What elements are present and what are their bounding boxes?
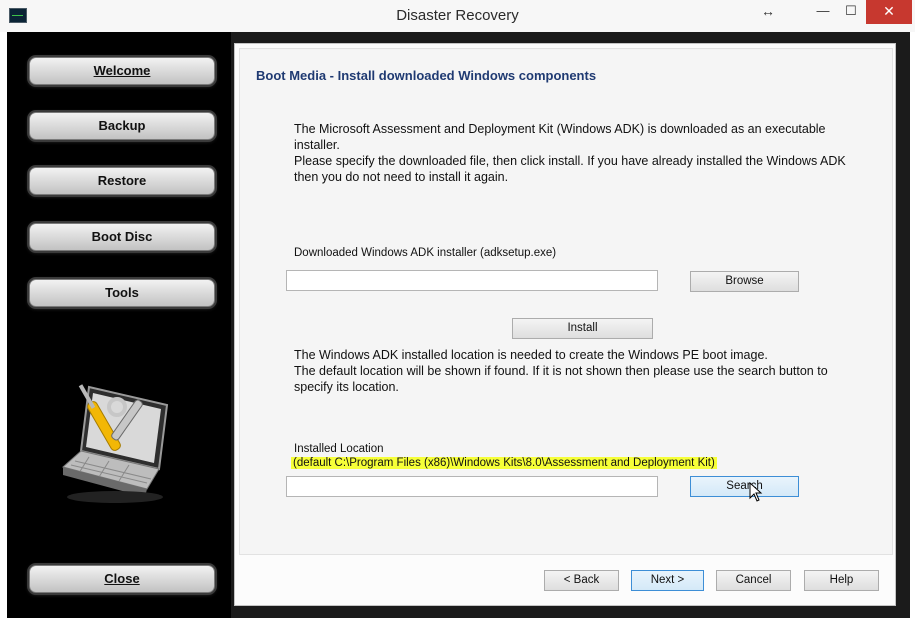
minimize-button[interactable]: — bbox=[810, 0, 836, 24]
intro-line: installer. bbox=[294, 138, 340, 152]
main-panel: Boot Media - Install downloaded Windows … bbox=[234, 43, 896, 606]
close-button-label: Close bbox=[104, 571, 140, 586]
sidebar: Welcome Backup Restore Boot Disc Tools C… bbox=[7, 32, 231, 618]
help-button[interactable]: Help bbox=[804, 570, 879, 591]
sidebar-item-label: Backup bbox=[98, 118, 146, 133]
installed-location-input[interactable] bbox=[286, 476, 658, 497]
search-button[interactable]: Search bbox=[690, 476, 799, 497]
sidebar-item-label: Boot Disc bbox=[91, 229, 153, 244]
intro-line: Please specify the downloaded file, then… bbox=[294, 154, 846, 168]
sidebar-item-welcome[interactable]: Welcome bbox=[29, 57, 215, 85]
sidebar-item-tools[interactable]: Tools bbox=[29, 279, 215, 307]
install-button[interactable]: Install bbox=[512, 318, 653, 339]
sidebar-item-boot-disc[interactable]: Boot Disc bbox=[29, 223, 215, 251]
sidebar-item-label: Welcome bbox=[93, 63, 151, 78]
mouse-cursor-icon bbox=[749, 482, 763, 502]
laptop-with-tools-icon bbox=[61, 384, 169, 503]
title-bar[interactable]: Disaster Recovery ↔ — ☐ ✕ bbox=[0, 0, 915, 32]
sidebar-item-backup[interactable]: Backup bbox=[29, 112, 215, 140]
back-button[interactable]: < Back bbox=[544, 570, 619, 591]
cancel-button[interactable]: Cancel bbox=[716, 570, 791, 591]
page-title: Boot Media - Install downloaded Windows … bbox=[256, 68, 597, 83]
close-window-button[interactable]: ✕ bbox=[866, 0, 912, 24]
sidebar-item-label: Restore bbox=[97, 173, 147, 188]
location-line: specify its location. bbox=[294, 380, 399, 394]
installed-location-label: Installed Location bbox=[294, 443, 384, 455]
resize-icon[interactable]: ↔ bbox=[758, 0, 778, 24]
sidebar-item-restore[interactable]: Restore bbox=[29, 167, 215, 195]
location-line: The default location will be shown if fo… bbox=[294, 364, 828, 378]
next-button[interactable]: Next > bbox=[631, 570, 704, 591]
maximize-button[interactable]: ☐ bbox=[838, 0, 864, 24]
installer-path-input[interactable] bbox=[286, 270, 658, 291]
browse-button[interactable]: Browse bbox=[690, 271, 799, 292]
sidebar-item-label: Tools bbox=[105, 285, 139, 300]
close-button[interactable]: Close bbox=[29, 565, 215, 593]
wizard-page: Boot Media - Install downloaded Windows … bbox=[239, 48, 893, 555]
default-location-note: (default C:\Program Files (x86)\Windows … bbox=[291, 457, 717, 469]
intro-line: The Microsoft Assessment and Deployment … bbox=[294, 122, 826, 136]
location-text: The Windows ADK installed location is ne… bbox=[294, 347, 874, 395]
intro-line: then you do not need to install it again… bbox=[294, 170, 509, 184]
location-line: The Windows ADK installed location is ne… bbox=[294, 348, 768, 362]
intro-text: The Microsoft Assessment and Deployment … bbox=[294, 121, 874, 185]
installer-label: Downloaded Windows ADK installer (adkset… bbox=[294, 247, 557, 259]
